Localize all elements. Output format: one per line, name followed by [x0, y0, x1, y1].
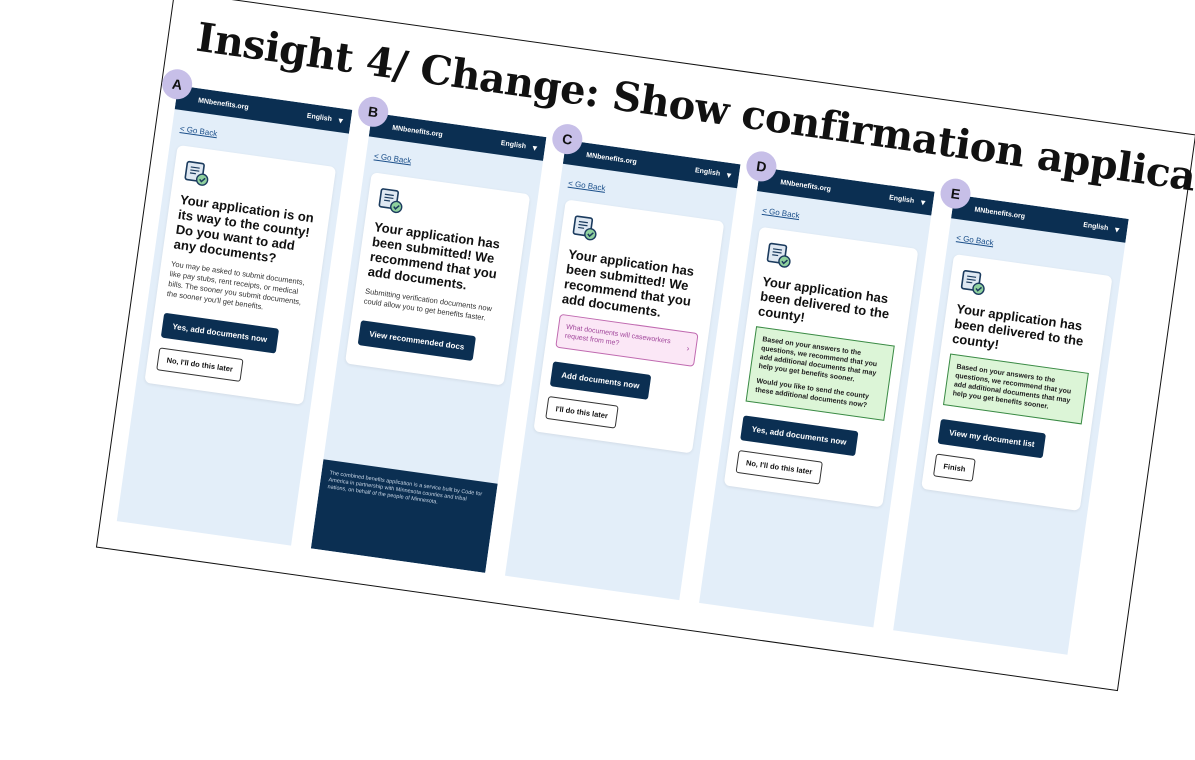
language-select[interactable]: English ▼: [1083, 220, 1122, 234]
phone-e: MNbenefits.org English ▼ < Go Back Your …: [893, 194, 1129, 655]
add-documents-button[interactable]: Yes, add documents now: [160, 312, 279, 354]
phone-b: MNbenefits.org English ▼ < Go Back Your …: [310, 112, 547, 573]
add-documents-button[interactable]: Yes, add documents now: [740, 415, 859, 457]
document-check-icon: [959, 267, 988, 296]
confirmation-card: Your application has been submitted! We …: [533, 199, 725, 454]
later-button[interactable]: No, I'll do this later: [735, 449, 823, 485]
confirmation-heading: Your application is on its way to the co…: [172, 191, 315, 266]
documents-info-label: What documents will caseworkers request …: [564, 323, 672, 348]
phone-d: MNbenefits.org English ▼ < Go Back Your …: [699, 167, 935, 628]
language-select[interactable]: English ▼: [889, 193, 928, 207]
language-select[interactable]: English ▼: [306, 111, 345, 125]
later-button[interactable]: No, I'll do this later: [156, 347, 244, 382]
document-check-icon: [182, 158, 211, 187]
chevron-down-icon: ▼: [336, 115, 346, 126]
language-label: English: [694, 166, 721, 178]
language-select[interactable]: English ▼: [500, 138, 539, 152]
language-select[interactable]: English ▼: [694, 166, 734, 180]
site-name[interactable]: MNbenefits.org: [974, 206, 1025, 220]
add-documents-button[interactable]: Add documents now: [549, 361, 651, 400]
confirmation-heading: Your application has been delivered to t…: [951, 300, 1085, 353]
site-name[interactable]: MNbenefits.org: [392, 124, 443, 138]
site-name[interactable]: MNbenefits.org: [780, 179, 831, 193]
phone-c: MNbenefits.org English ▼ < Go Back Your …: [504, 139, 741, 601]
later-button[interactable]: I'll do this later: [545, 395, 619, 429]
confirmation-card: Your application has been delivered to t…: [921, 254, 1113, 511]
document-check-icon: [571, 213, 600, 242]
confirmation-card: Your application has been delivered to t…: [723, 226, 919, 508]
language-label: English: [306, 112, 333, 123]
slide: Insight 4/ Change: Show confirmation app…: [95, 0, 1195, 692]
chevron-down-icon: ▼: [1112, 224, 1122, 235]
document-check-icon: [765, 240, 794, 269]
language-label: English: [1082, 221, 1109, 232]
confirmation-heading: Your application has been delivered to t…: [757, 273, 891, 325]
chevron-down-icon: ▼: [724, 169, 734, 180]
language-label: English: [500, 139, 527, 150]
recommendation-box: Based on your answers to the questions, …: [942, 353, 1089, 425]
finish-button[interactable]: Finish: [932, 453, 976, 482]
confirmation-card: Your application is on its way to the co…: [144, 144, 337, 405]
phone-a: MNbenefits.org English ▼ < Go Back Your …: [116, 85, 353, 546]
document-check-icon: [376, 185, 405, 214]
recommendation-box: Based on your answers to the questions, …: [745, 326, 895, 421]
confirmation-heading: Your application has been submitted! We …: [366, 219, 501, 293]
chevron-down-icon: ▼: [530, 142, 540, 153]
site-name[interactable]: MNbenefits.org: [198, 97, 249, 111]
chevron-right-icon: ›: [686, 343, 690, 354]
footer: The combined benefits application is a s…: [310, 459, 498, 573]
chevron-down-icon: ▼: [918, 197, 928, 208]
view-recommended-docs-button[interactable]: View recommended docs: [357, 320, 476, 362]
site-name[interactable]: MNbenefits.org: [586, 151, 637, 165]
view-document-list-button[interactable]: View my document list: [937, 418, 1047, 459]
confirmation-heading: Your application has been submitted! We …: [561, 246, 696, 320]
recommendation-text: Based on your answers to the questions, …: [952, 363, 1072, 411]
language-label: English: [888, 193, 915, 205]
confirmation-card: Your application has been submitted! We …: [344, 172, 531, 386]
confirmation-body: You may be asked to submit documents, li…: [166, 259, 306, 312]
